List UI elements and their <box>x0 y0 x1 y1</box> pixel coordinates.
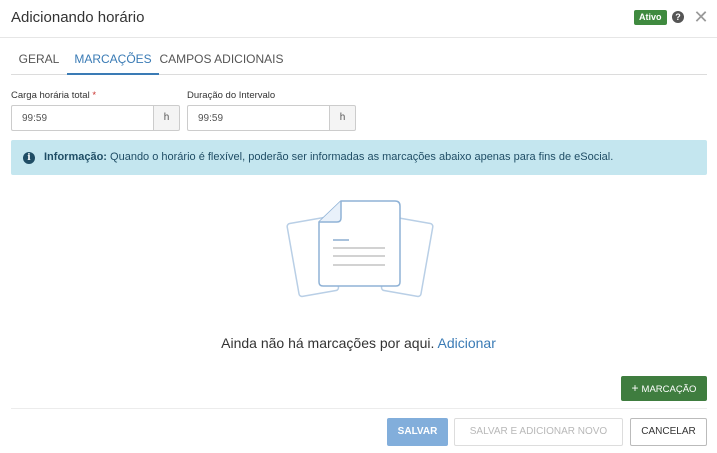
info-label: Informação: <box>44 151 107 163</box>
duracao-intervalo-input[interactable] <box>187 105 329 131</box>
save-and-new-button[interactable]: SALVAR E ADICIONAR NOVO <box>454 418 623 446</box>
cancel-button[interactable]: CANCELAR <box>630 418 707 446</box>
tab-campos-adicionais[interactable]: CAMPOS ADICIONAIS <box>159 45 284 75</box>
close-icon[interactable]: ✕ <box>693 8 709 26</box>
info-message: Informação: Quando o horário é flexível,… <box>44 151 613 163</box>
tab-bar: GERAL MARCAÇÕES CAMPOS ADICIONAIS <box>11 45 707 75</box>
carga-horaria-group: h <box>11 105 180 131</box>
add-link[interactable]: Adicionar <box>438 335 496 351</box>
add-marcacao-label: MARCAÇÃO <box>641 384 697 395</box>
documents-illustration-icon <box>286 200 434 298</box>
duracao-intervalo-label: Duração do Intervalo <box>187 90 276 101</box>
question-circle-icon[interactable]: ? <box>672 11 684 23</box>
add-marcacao-button[interactable]: + MARCAÇÃO <box>621 376 707 401</box>
carga-horaria-input[interactable] <box>11 105 153 131</box>
modal-title: Adicionando horário <box>11 9 145 26</box>
plus-icon: + <box>631 381 639 395</box>
info-circle-icon: i <box>23 152 35 164</box>
info-text: Quando o horário é flexível, poderão ser… <box>110 151 614 163</box>
duracao-intervalo-unit: h <box>329 105 356 131</box>
carga-horaria-label: Carga horária total * <box>11 90 96 101</box>
required-mark: * <box>92 90 97 101</box>
empty-state-message: Ainda não há marcações por aqui. Adicion… <box>0 335 717 351</box>
save-button[interactable]: SALVAR <box>387 418 448 446</box>
carga-horaria-label-text: Carga horária total <box>11 90 90 101</box>
duracao-intervalo-group: h <box>187 105 356 131</box>
tab-geral[interactable]: GERAL <box>11 45 67 75</box>
carga-horaria-unit: h <box>153 105 180 131</box>
status-badge: Ativo <box>634 10 667 25</box>
footer-divider <box>11 408 707 409</box>
empty-state-text: Ainda não há marcações por aqui. <box>221 335 435 351</box>
modal-header: Adicionando horário Ativo ? ✕ <box>0 0 717 38</box>
tab-marcacoes[interactable]: MARCAÇÕES <box>67 45 159 75</box>
info-alert: i Informação: Quando o horário é flexíve… <box>11 140 707 175</box>
